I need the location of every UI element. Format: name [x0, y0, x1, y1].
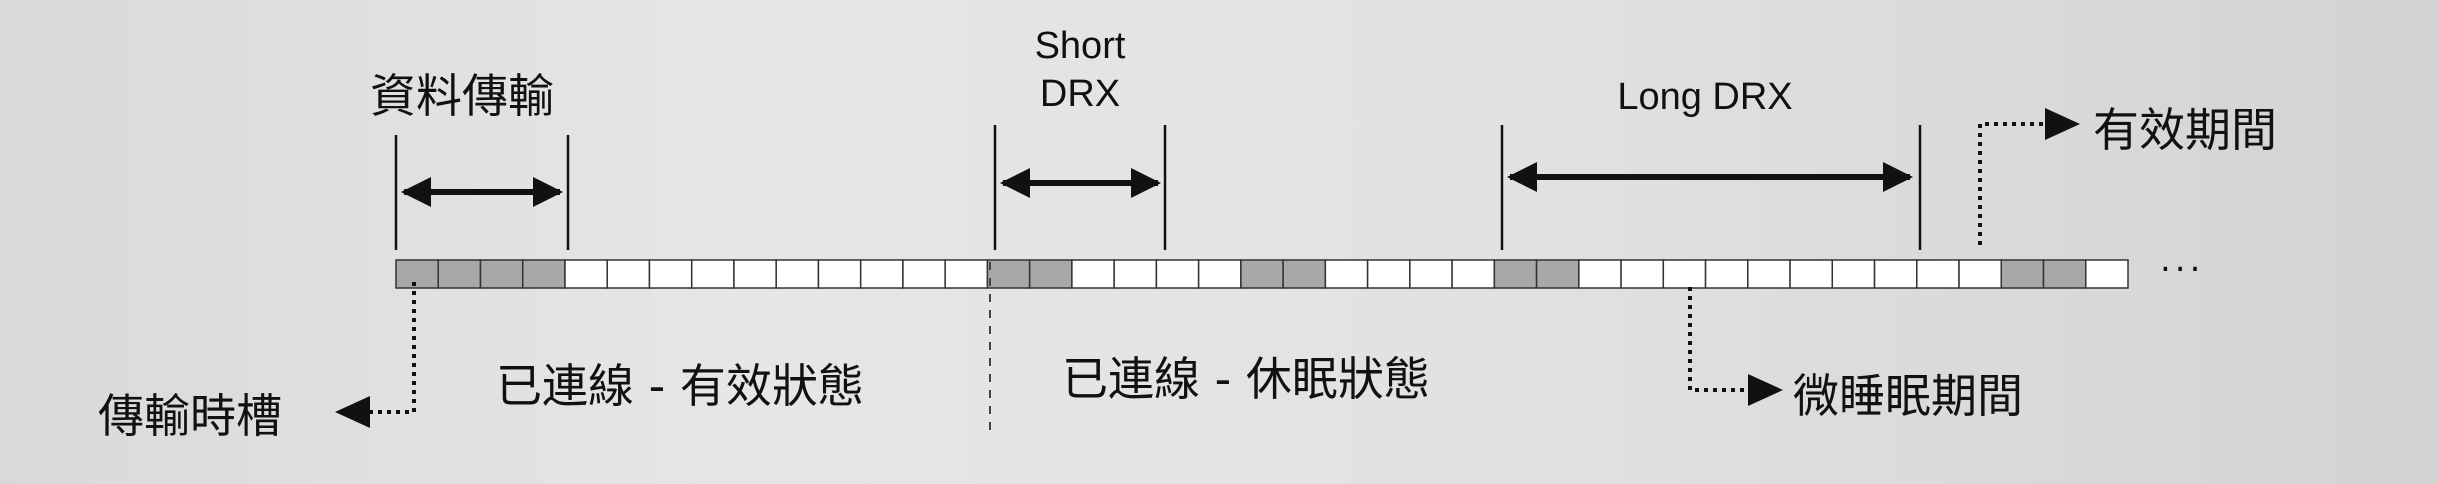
timeline-slot — [690, 259, 735, 289]
timeline-slot — [521, 259, 566, 289]
timeline-slot — [1535, 259, 1580, 289]
timeline-slot — [1113, 259, 1158, 289]
timeline-slot — [1071, 259, 1115, 289]
connected-sleep-label: 已連線 - 休眠狀態 — [1062, 352, 1430, 406]
timeline-slot — [1240, 259, 1284, 289]
timeline-slot — [1873, 259, 1918, 289]
timeline-slot — [1155, 259, 1200, 289]
timeline-slot — [1366, 259, 1411, 289]
drx-diagram: { "labels": { "data_transfer": "資料傳輸", "… — [0, 0, 2437, 484]
continuation-ellipsis: ... — [2160, 240, 2205, 280]
timeline-slot — [606, 259, 651, 289]
micro-sleep-label: 微睡眠期間 — [1793, 369, 2023, 423]
timeline-slot — [1789, 259, 1834, 289]
data-transfer-label: 資料傳輸 — [370, 69, 554, 123]
timeline-slot — [733, 259, 777, 289]
timeline-slot — [1958, 259, 2003, 289]
boundary-ticks — [394, 125, 1922, 250]
timeline-slot — [1578, 259, 1622, 289]
timeline-slot — [2000, 259, 2045, 289]
timeline-slot — [1451, 259, 1496, 289]
connected-active-label: 已連線 - 有效狀態 — [496, 359, 864, 413]
tti-leader — [370, 282, 416, 414]
timeline-slot — [1916, 259, 1960, 289]
timeline-slot — [817, 259, 862, 289]
short-drx-label-line2: DRX — [1039, 73, 1121, 115]
timeline-slot — [1197, 259, 1242, 289]
timeline-slot — [1620, 259, 1665, 289]
timeline-slot — [1747, 259, 1791, 289]
micro-sleep-arrowhead — [1748, 374, 1783, 406]
tti-arrowhead — [335, 396, 370, 428]
timeline-slot — [1409, 259, 1453, 289]
micro-sleep-leader — [1688, 287, 1748, 392]
on-duration-arrowhead — [2045, 108, 2080, 140]
timeline-slot — [437, 259, 482, 289]
timeline-slot — [2042, 259, 2087, 289]
timeline-slot — [902, 259, 946, 289]
diagram-canvas — [335, 108, 2129, 430]
timeline-slot — [944, 259, 989, 289]
timeline-slots — [395, 259, 2129, 289]
timeline-slot — [1282, 259, 1327, 289]
timeline-slot — [395, 259, 439, 289]
timeline-slot — [1831, 259, 1876, 289]
timeline-slot — [648, 259, 693, 289]
timeline-slot — [859, 259, 904, 289]
timeline-slot — [564, 259, 608, 289]
timeline-slot — [2085, 259, 2129, 289]
tti-label: 傳輸時槽 — [98, 389, 282, 443]
short-drx-label-line1: Short — [1034, 25, 1126, 67]
timeline-slot — [1324, 259, 1369, 289]
on-duration-leader — [1978, 122, 2045, 245]
on-duration-label: 有效期間 — [2093, 103, 2277, 157]
short-drx-label: Short DRX — [1020, 22, 1140, 118]
timeline-slot — [1704, 259, 1749, 289]
long-drx-label: Long DRX — [1617, 76, 1793, 118]
timeline-slot — [1493, 259, 1538, 289]
timeline-slot — [1028, 259, 1073, 289]
timeline-slot — [986, 259, 1031, 289]
timeline-slot — [775, 259, 820, 289]
timeline-slot — [1662, 259, 1707, 289]
timeline-slot — [479, 259, 524, 289]
